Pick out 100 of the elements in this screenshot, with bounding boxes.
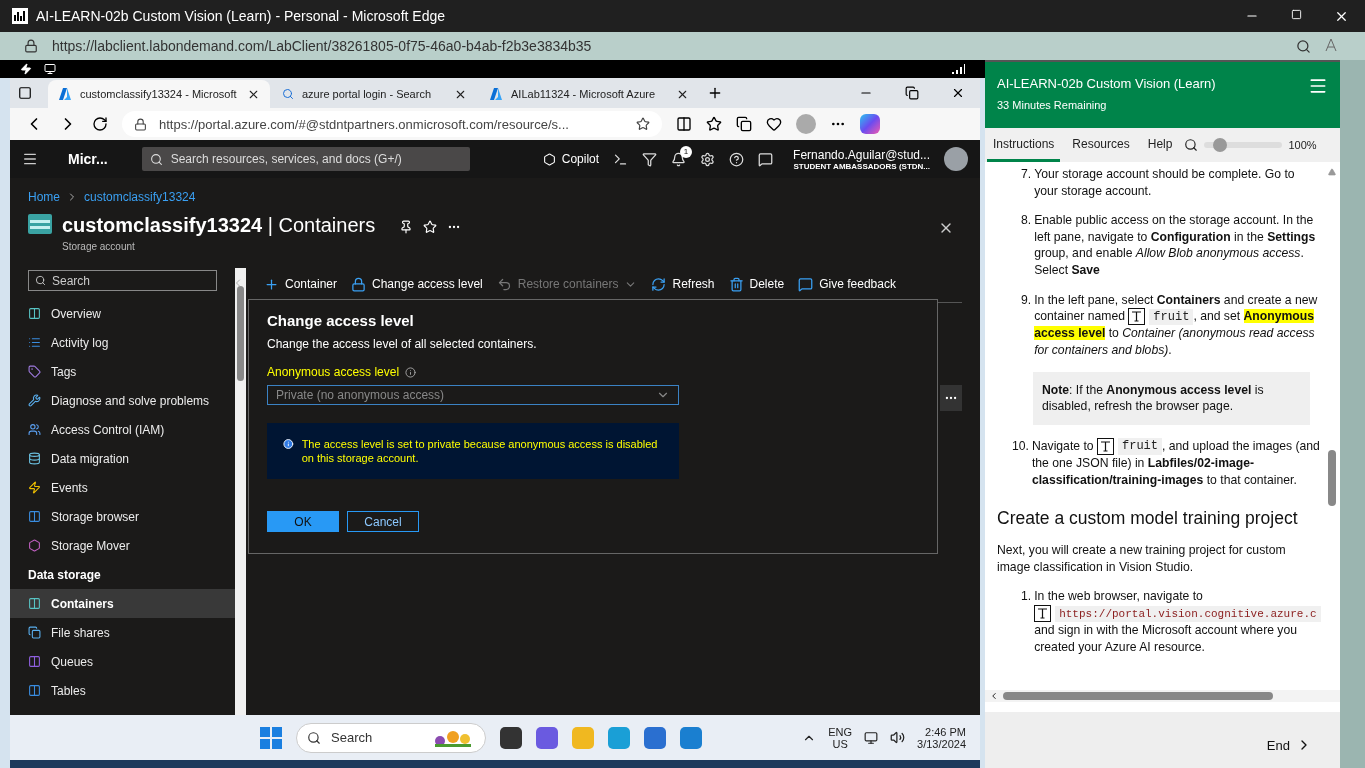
more-button[interactable] — [940, 385, 962, 411]
feedback-icon[interactable] — [758, 151, 774, 167]
search-icon — [149, 152, 163, 166]
help-icon[interactable] — [729, 151, 745, 167]
new-tab-icon[interactable] — [707, 85, 723, 101]
sidebar-item[interactable]: Overview — [10, 299, 235, 328]
sidebar-search-field[interactable]: Search — [28, 270, 217, 291]
collections-icon[interactable] — [736, 116, 752, 132]
restore-icon[interactable] — [905, 86, 919, 100]
database-icon — [28, 452, 41, 465]
menu-icon[interactable] — [22, 151, 38, 167]
refresh-icon — [651, 276, 667, 292]
info-icon — [283, 437, 294, 451]
split-screen-icon[interactable] — [676, 116, 692, 132]
scroll-left-icon[interactable] — [989, 691, 999, 701]
lock-icon — [351, 276, 367, 292]
signal-icon — [951, 64, 965, 74]
monitor-icon — [44, 63, 56, 75]
toolbar-button[interactable]: Give feedback — [798, 276, 896, 292]
avatar-icon[interactable] — [944, 147, 968, 171]
tab-actions-icon[interactable] — [18, 86, 32, 100]
lock-icon — [24, 39, 38, 53]
step-number: 7. — [1021, 166, 1032, 183]
breadcrumb-link[interactable]: customclassify13324 — [84, 190, 196, 204]
search-field[interactable]: Search resources, services, and docs (G+/) — [141, 147, 470, 171]
scrollbar-thumb[interactable] — [1328, 450, 1336, 506]
sidebar-item[interactable]: Storage Mover — [10, 531, 235, 560]
health-icon[interactable] — [766, 116, 782, 132]
sidebar-item[interactable]: Storage browser — [10, 502, 235, 531]
tag-icon — [28, 365, 41, 378]
browser-tab[interactable]: azure portal login - Search — [272, 80, 477, 108]
copilot-button[interactable]: Copilot — [542, 152, 600, 166]
lab-tab[interactable]: Help — [1141, 128, 1179, 162]
step-number: 9. — [1021, 291, 1032, 309]
star-icon[interactable] — [423, 220, 438, 234]
undo-icon — [496, 276, 512, 292]
start-icon[interactable] — [260, 726, 282, 749]
people-icon — [28, 423, 41, 436]
clock[interactable]: 2:46 PM 3/13/2024 — [917, 725, 966, 750]
portal-brand[interactable]: Micr... — [68, 151, 108, 167]
page-title: customclassify13324 | Containers — [62, 214, 376, 237]
sidebar-item[interactable]: Data migration — [10, 444, 235, 473]
user-organization: STUDENT AMBASSADORS (STDN... — [793, 161, 930, 171]
scrollbar-thumb[interactable] — [237, 286, 244, 381]
toolbar-button[interactable]: Container — [264, 276, 338, 292]
breadcrumb-link[interactable]: Home — [28, 190, 60, 204]
close-icon[interactable] — [951, 86, 965, 100]
scrollbar-thumb[interactable] — [1003, 692, 1273, 700]
sidebar-item[interactable]: File shares — [10, 618, 235, 647]
instruction-text: In the left pane, select Containers and create a new container named fruit , and set Anonymous access level to Container (anonymous read access for containers and blobs). — [1034, 291, 1319, 359]
sidebar-item[interactable]: Tables — [10, 676, 235, 705]
terminal-icon[interactable] — [613, 151, 629, 167]
instruction-text: Enable public access on the storage account. In the left pane, navigate to Configuration in the Settings group, and enable Allow Blob anonymous access. Select Save — [1034, 212, 1317, 279]
ok-button[interactable]: OK — [267, 511, 339, 532]
end-button[interactable]: End — [1260, 736, 1318, 754]
browser-tab[interactable]: customclassify13324 - Microsoft — [48, 80, 270, 108]
sidebar-item[interactable]: Access Control (IAM) — [10, 415, 235, 444]
instruction-text: Navigate to fruit , and upload the images (and the one JSON file) in Labfiles/02-image-classification/training-images to that container. — [1031, 437, 1320, 489]
network-icon[interactable] — [864, 730, 879, 745]
settings-icon[interactable] — [700, 151, 716, 167]
address-text: https://labclient.labondemand.com/LabClient/38261805-0f75-46a0-b4ab-f2b3e3834b35 — [52, 38, 592, 54]
trash-icon — [728, 276, 744, 292]
sidebar-item[interactable]: Containers — [10, 589, 235, 618]
favorites-icon[interactable] — [706, 116, 722, 132]
step-number: 10. — [1012, 437, 1029, 455]
sidebar-item[interactable]: Events — [10, 473, 235, 502]
text-icon — [1034, 605, 1052, 623]
sidebar-item[interactable]: Tags — [10, 357, 235, 386]
taskbar-search-field[interactable]: Search — [296, 722, 486, 753]
toolbar-button[interactable]: Refresh — [651, 276, 715, 292]
zoom-icon — [1184, 138, 1199, 152]
zoom-reading: 100% — [1288, 139, 1317, 151]
volume-icon[interactable] — [890, 730, 906, 745]
note-text: Note: If the Anonymous access level is disabled, refresh the browser page. — [1042, 382, 1264, 414]
zoom-icon — [1296, 38, 1311, 54]
reload-icon[interactable] — [92, 116, 108, 132]
sidebar-item[interactable]: Queues — [10, 647, 235, 676]
lab-tab[interactable]: Instructions — [987, 128, 1061, 162]
section-heading: Create a custom model training project — [997, 507, 1299, 530]
sidebar-item[interactable]: Activity log — [10, 328, 235, 357]
lock-icon — [134, 117, 147, 131]
step-number: 8. — [1021, 212, 1032, 230]
notification-badge: 1 — [680, 145, 693, 158]
language-indicator[interactable]: ENG US — [828, 725, 853, 750]
bell-icon[interactable] — [671, 151, 687, 167]
filter-icon[interactable] — [642, 151, 658, 167]
cancel-button[interactable]: Cancel — [347, 511, 419, 532]
feedback-icon — [798, 276, 814, 292]
lab-tab[interactable]: Resources — [1066, 128, 1136, 162]
file-share-icon — [28, 626, 41, 639]
toolbar-button[interactable]: Change access level — [351, 276, 483, 292]
maximize-icon[interactable] — [1291, 8, 1302, 20]
sidebar-item[interactable]: Diagnose and solve problems — [10, 386, 235, 415]
scroll-up-icon[interactable] — [1328, 168, 1336, 176]
lightning-icon — [28, 481, 41, 494]
browser-tab[interactable]: AILab11324 - Microsoft Azure — [479, 80, 699, 108]
search-icon — [35, 275, 46, 286]
favorite-icon[interactable] — [636, 117, 650, 131]
toolbar-button[interactable]: Delete — [728, 276, 785, 292]
pin-icon[interactable] — [399, 220, 414, 234]
